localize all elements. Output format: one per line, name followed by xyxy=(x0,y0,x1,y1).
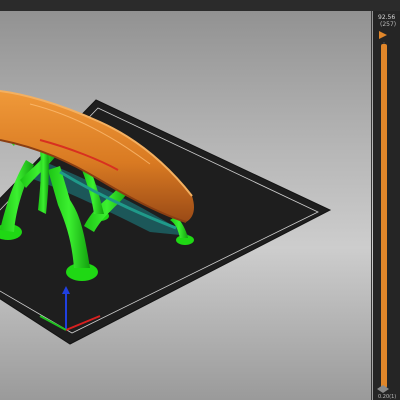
layer-slider-range[interactable] xyxy=(381,44,387,388)
3d-viewport[interactable] xyxy=(0,0,373,400)
top-strip xyxy=(0,0,400,11)
layer-bottom-value: 0.20(1) xyxy=(378,394,397,400)
layer-top-index: (257) xyxy=(380,21,397,28)
layer-top-value: 92.56 xyxy=(378,14,396,21)
layer-bottom-handle-icon[interactable] xyxy=(376,384,390,394)
layer-top-handle-icon[interactable] xyxy=(377,29,389,41)
viewport-scene[interactable] xyxy=(0,0,373,400)
